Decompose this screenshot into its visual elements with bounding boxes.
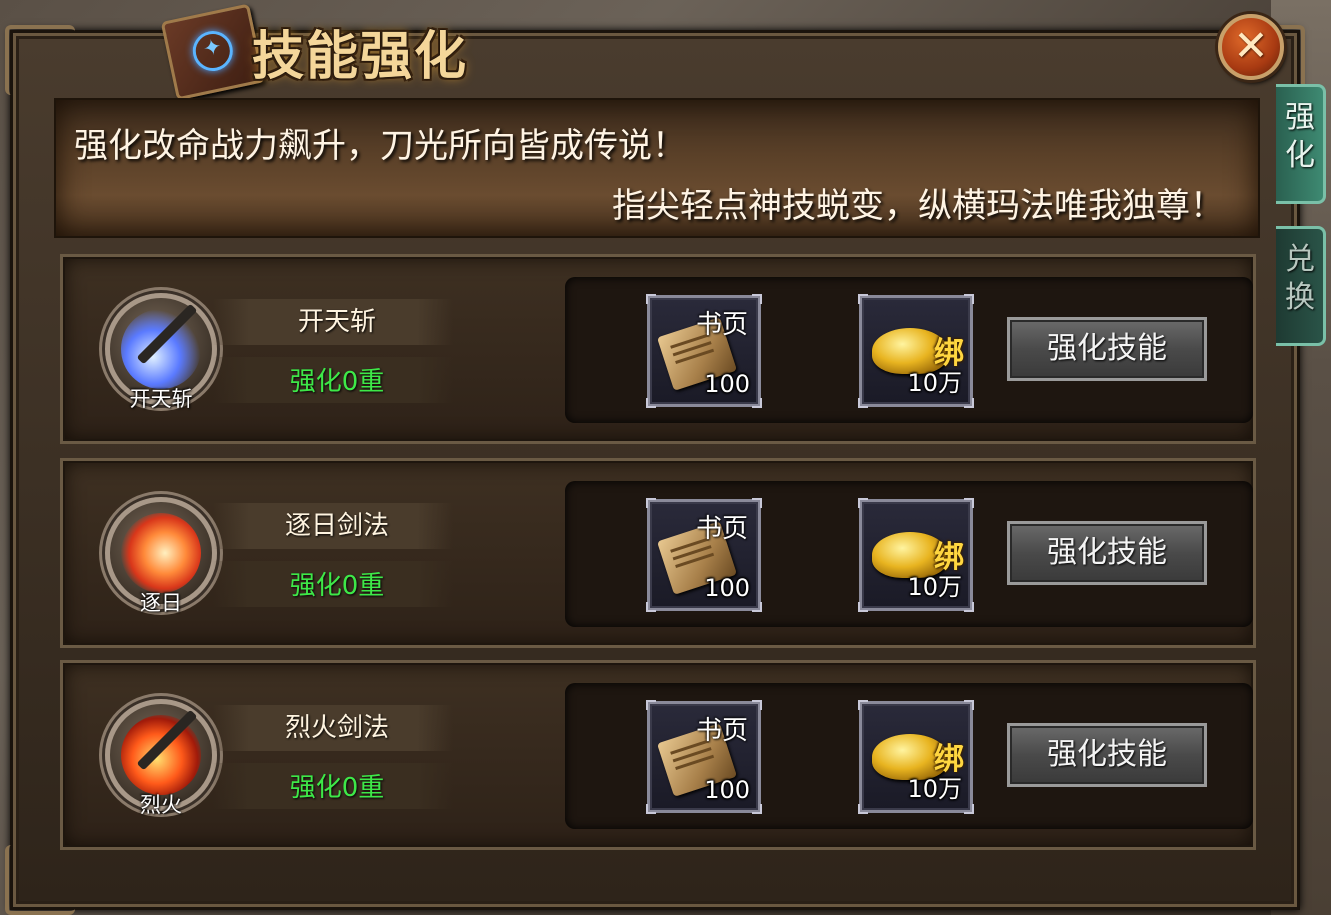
item-quantity: 100 bbox=[704, 574, 750, 602]
skill-level: 强化0重 bbox=[289, 571, 385, 601]
window-title-area: 技能强化 bbox=[160, 0, 560, 101]
skill-icon-label: 开天斩 bbox=[129, 387, 193, 411]
item-label: 书页 bbox=[695, 716, 748, 746]
slogan-line-2: 指尖轻点神技蜕变，纵横玛法唯我独尊！ bbox=[612, 186, 1224, 226]
tab-upgrade[interactable]: 强化 bbox=[1276, 84, 1326, 204]
item-label: 书页 bbox=[695, 310, 748, 340]
upgrade-skill-button[interactable]: 强化技能 bbox=[1007, 317, 1207, 381]
skill-level: 强化0重 bbox=[289, 773, 385, 803]
book-page-item[interactable]: 书页 100 bbox=[646, 700, 762, 814]
liehuo-skill-icon: 烈火 bbox=[91, 685, 231, 825]
tab-exchange[interactable]: 兑换 bbox=[1276, 226, 1326, 346]
rune-icon bbox=[189, 27, 237, 75]
skill-book-icon bbox=[160, 3, 266, 101]
upgrade-skill-button[interactable]: 强化技能 bbox=[1007, 521, 1207, 585]
close-button[interactable]: ✕ bbox=[1218, 14, 1284, 80]
gold-quantity: 10万 bbox=[907, 775, 962, 803]
frame-ornament bbox=[5, 25, 75, 95]
skill-name: 开天斩 bbox=[297, 307, 376, 337]
skill-icon-label: 烈火 bbox=[140, 793, 182, 817]
frame-ornament bbox=[5, 845, 75, 915]
bound-gold-item[interactable]: 绑 10万 bbox=[858, 498, 974, 612]
upgrade-button-label: 强化技能 bbox=[1047, 737, 1167, 772]
cost-panel: 书页 100 绑 10万 强化技能 bbox=[565, 481, 1253, 627]
kaitianzhan-skill-icon: 开天斩 bbox=[91, 279, 231, 419]
gold-quantity: 10万 bbox=[907, 369, 962, 397]
skill-icon-flare bbox=[121, 715, 201, 795]
skill-icon-flare bbox=[121, 513, 201, 593]
skill-icon-flare bbox=[121, 309, 201, 389]
skill-name: 逐日剑法 bbox=[284, 511, 389, 541]
skill-level: 强化0重 bbox=[289, 367, 385, 397]
close-icon: ✕ bbox=[1233, 21, 1269, 70]
item-quantity: 100 bbox=[704, 776, 750, 804]
tab-exchange-label: 兑换 bbox=[1285, 242, 1315, 315]
upgrade-skill-button[interactable]: 强化技能 bbox=[1007, 723, 1207, 787]
cost-panel: 书页 100 绑 10万 强化技能 bbox=[565, 683, 1253, 829]
upgrade-button-label: 强化技能 bbox=[1047, 331, 1167, 366]
upgrade-button-label: 强化技能 bbox=[1047, 535, 1167, 570]
skill-row: 烈火 烈火剑法 强化0重 书页 100 绑 10万 强化技能 bbox=[60, 660, 1256, 850]
bound-gold-item[interactable]: 绑 10万 bbox=[858, 294, 974, 408]
zhuri-skill-icon: 逐日 bbox=[91, 483, 231, 623]
item-label: 书页 bbox=[695, 514, 748, 544]
skill-icon-label: 逐日 bbox=[140, 591, 182, 615]
cost-panel: 书页 100 绑 10万 强化技能 bbox=[565, 277, 1253, 423]
item-quantity: 100 bbox=[704, 370, 750, 398]
skill-row: 逐日 逐日剑法 强化0重 书页 100 绑 10万 强化技能 bbox=[60, 458, 1256, 648]
gold-quantity: 10万 bbox=[907, 573, 962, 601]
skill-row: 开天斩 开天斩 强化0重 书页 100 绑 10万 强化技能 bbox=[60, 254, 1256, 444]
window-title: 技能强化 bbox=[252, 27, 469, 87]
tab-upgrade-label: 强化 bbox=[1285, 100, 1315, 173]
book-page-item[interactable]: 书页 100 bbox=[646, 498, 762, 612]
bound-gold-item[interactable]: 绑 10万 bbox=[858, 700, 974, 814]
skill-name: 烈火剑法 bbox=[284, 713, 389, 743]
book-page-item[interactable]: 书页 100 bbox=[646, 294, 762, 408]
slogan-banner: 强化改命战力飙升，刀光所向皆成传说！ 指尖轻点神技蜕变，纵横玛法唯我独尊！ bbox=[54, 98, 1260, 238]
slogan-line-1: 强化改命战力飙升，刀光所向皆成传说！ bbox=[74, 126, 686, 166]
